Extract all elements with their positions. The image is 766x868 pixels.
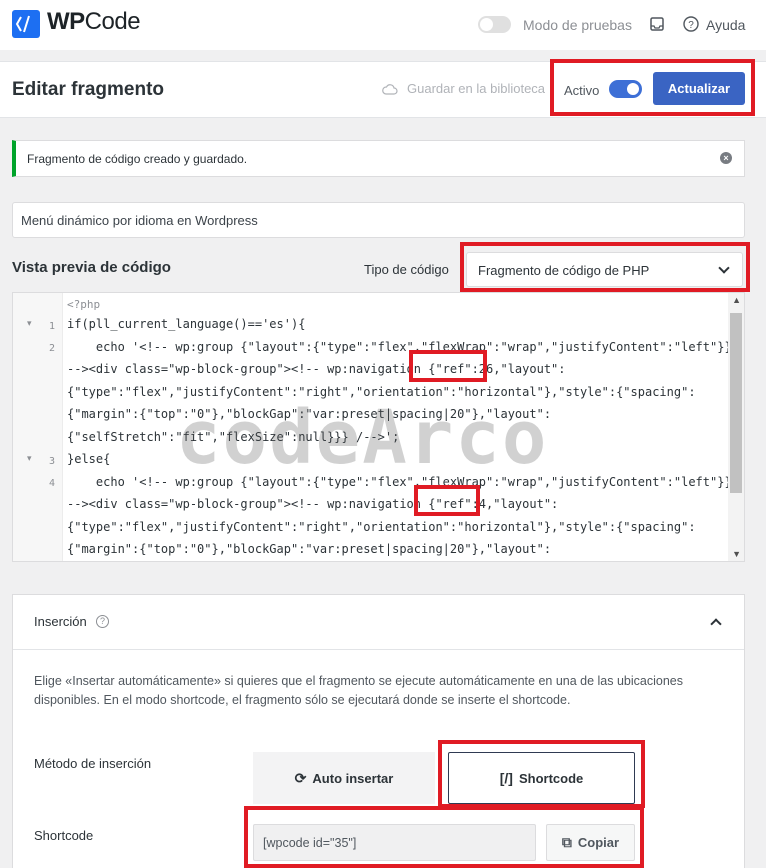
code-line: {"selfStretch":"fit","flexSize":null}}} … <box>67 429 400 444</box>
line-gutter: 1 ▾ 2 3 ▾ 4 <box>13 293 63 561</box>
wpcode-logo-icon <box>12 10 40 38</box>
save-to-library-link[interactable]: Guardar en la biblioteca <box>407 81 545 96</box>
scroll-up-icon[interactable]: ▲ <box>732 295 741 305</box>
code-type-value: Fragmento de código de PHP <box>478 263 650 278</box>
help-circle-icon[interactable]: ? <box>96 615 109 628</box>
code-line: echo '<!-- wp:group {"layout":{"type":"f… <box>67 339 732 354</box>
insertion-title: Inserción <box>34 614 87 629</box>
test-mode-toggle[interactable] <box>478 16 511 33</box>
code-type-label: Tipo de código <box>364 262 449 277</box>
line-number: 2 <box>49 343 56 354</box>
insertion-panel: Inserción ? Elige «Insertar automáticame… <box>12 594 745 868</box>
notice-text: Fragmento de código creado y guardado. <box>27 152 248 166</box>
svg-text:?: ? <box>688 20 694 31</box>
shortcode-button[interactable]: [/] Shortcode <box>448 752 635 804</box>
active-toggle[interactable] <box>609 80 642 98</box>
code-line: <?php <box>67 298 101 311</box>
auto-insert-button[interactable]: ⟳ Auto insertar <box>253 752 435 804</box>
code-line: if(pll_current_language()=='es'){ <box>67 317 306 331</box>
code-scrollbar[interactable]: ▲ ▼ <box>728 293 744 561</box>
code-line: {"margin":{"top":"0"},"blockGap":"var:pr… <box>67 407 552 421</box>
shortcode-icon: [/] <box>499 770 513 786</box>
code-line: --><div class="wp-block-group"><!-- wp:n… <box>67 362 566 376</box>
test-mode-label: Modo de pruebas <box>523 17 632 33</box>
code-line: {"margin":{"top":"0"},"blockGap":"var:pr… <box>67 542 552 556</box>
editor-header: Editar fragmento Guardar en la bibliotec… <box>0 61 766 118</box>
inbox-icon[interactable] <box>650 17 664 31</box>
fold-arrow-icon[interactable]: ▾ <box>27 453 32 464</box>
copy-button[interactable]: ⧉ Copiar <box>546 824 635 861</box>
help-icon[interactable]: ? <box>683 16 699 32</box>
line-number: 1 <box>49 321 56 332</box>
code-content: <?php if(pll_current_language()=='es'){ … <box>67 297 732 561</box>
active-label: Activo <box>564 83 600 98</box>
shortcode-field[interactable] <box>253 824 536 861</box>
scroll-down-icon[interactable]: ▼ <box>732 549 741 559</box>
copy-icon: ⧉ <box>561 834 572 850</box>
code-editor[interactable]: 1 ▾ 2 3 ▾ 4 <?php if(pll_current_languag… <box>12 292 745 562</box>
fold-arrow-icon[interactable]: ▾ <box>27 318 32 329</box>
code-line: echo '<!-- wp:group {"layout":{"type":"f… <box>67 474 732 489</box>
top-bar: WPCode Modo de pruebas ? Ayuda <box>0 0 766 50</box>
brand-name: WPCode <box>47 8 141 35</box>
dismiss-notice-icon[interactable]: × <box>720 152 732 164</box>
chevron-up-icon[interactable] <box>710 618 722 630</box>
scroll-thumb[interactable] <box>730 313 742 493</box>
code-line: {"type":"flex","justifyContent":"right",… <box>67 519 696 534</box>
code-line: {"type":"flex","justifyContent":"right",… <box>67 384 696 399</box>
insertion-panel-header[interactable]: Inserción ? <box>13 595 744 650</box>
refresh-icon: ⟳ <box>294 769 307 786</box>
code-line: --><div class="wp-block-group"><!-- wp:n… <box>67 497 559 511</box>
insert-method-label: Método de inserción <box>34 756 152 771</box>
code-type-select[interactable]: Fragmento de código de PHP <box>466 252 743 287</box>
success-notice: Fragmento de código creado y guardado. × <box>12 140 745 177</box>
shortcode-label: Shortcode <box>34 828 94 843</box>
help-link[interactable]: Ayuda <box>706 17 745 33</box>
code-line: }else{ <box>67 452 111 466</box>
snippet-title-input[interactable] <box>12 202 745 238</box>
chevron-down-icon <box>718 262 730 274</box>
insertion-description: Elige «Insertar automáticamente» si quie… <box>34 674 683 707</box>
line-number: 3 <box>49 456 56 467</box>
line-number: 4 <box>49 478 56 489</box>
page-title: Editar fragmento <box>12 79 165 100</box>
update-button[interactable]: Actualizar <box>653 72 745 105</box>
code-preview-heading: Vista previa de código <box>12 259 171 276</box>
cloud-icon <box>382 84 398 95</box>
